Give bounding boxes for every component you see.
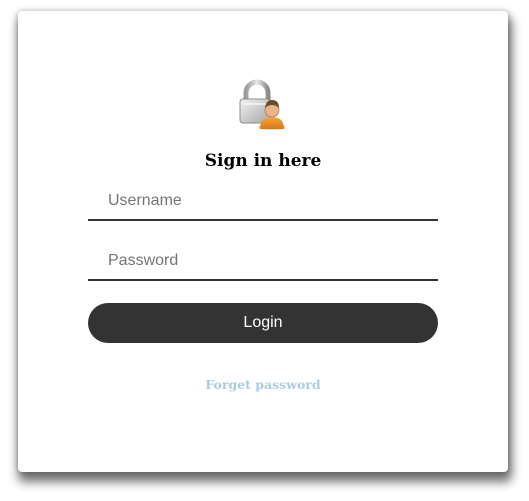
lock-user-icon: [239, 79, 286, 130]
forget-password-link[interactable]: Forget password: [18, 377, 508, 392]
password-input[interactable]: [88, 243, 438, 281]
login-card: Sign in here Login Forget password: [18, 11, 508, 472]
page-title: Sign in here: [204, 151, 322, 171]
login-button[interactable]: Login: [88, 303, 438, 343]
username-input[interactable]: [88, 183, 438, 221]
